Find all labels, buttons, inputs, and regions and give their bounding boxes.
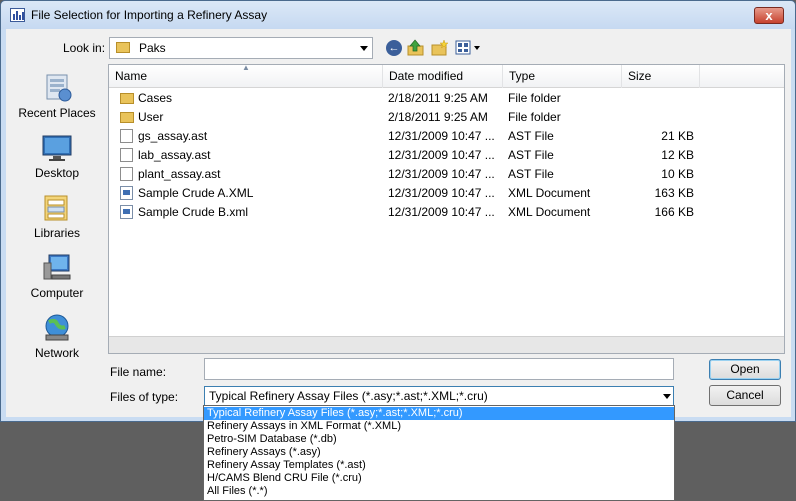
filetype-option[interactable]: Typical Refinery Assay Files (*.asy;*.as… <box>204 407 674 420</box>
back-icon[interactable]: ← <box>386 40 402 56</box>
file-name: User <box>138 110 164 124</box>
filetype-dropdown-list[interactable]: Typical Refinery Assay Files (*.asy;*.as… <box>203 405 675 501</box>
file-size: 12 KB <box>661 148 694 162</box>
folder-icon <box>120 112 134 123</box>
new-folder-icon[interactable] <box>431 39 449 56</box>
lookin-label: Look in: <box>63 41 106 55</box>
xml-file-icon <box>120 205 133 219</box>
libraries-icon <box>41 193 73 223</box>
place-desktop[interactable]: Desktop <box>8 133 106 180</box>
title-bar[interactable]: File Selection for Importing a Refinery … <box>1 1 795 29</box>
file-date: 12/31/2009 10:47 ... <box>388 186 495 200</box>
folder-icon <box>116 42 130 53</box>
file-type: File folder <box>508 110 561 124</box>
file-selection-dialog: File Selection for Importing a Refinery … <box>0 0 796 422</box>
lookin-value: Paks <box>139 41 166 55</box>
file-date: 12/31/2009 10:47 ... <box>388 205 495 219</box>
open-button[interactable]: Open <box>709 359 781 380</box>
filetype-option[interactable]: Refinery Assay Templates (*.ast) <box>204 459 674 472</box>
folder-icon <box>120 93 134 104</box>
file-date: 2/18/2011 9:25 AM <box>388 91 488 105</box>
file-icon <box>120 129 133 143</box>
file-icon <box>120 167 133 181</box>
file-name: lab_assay.ast <box>138 148 211 162</box>
app-icon <box>10 8 25 22</box>
file-date: 12/31/2009 10:47 ... <box>388 148 495 162</box>
table-row[interactable]: lab_assay.ast 12/31/2009 10:47 ... AST Fil… <box>109 146 784 165</box>
file-name: plant_assay.ast <box>138 167 221 181</box>
desktop-icon <box>41 133 73 163</box>
table-row[interactable]: Sample Crude B.xml 12/31/2009 10:47 ... XM… <box>109 203 784 222</box>
filename-label: File name: <box>110 365 167 379</box>
column-header: Name ▲ Date modified Type Size <box>109 63 784 88</box>
file-type: AST File <box>508 129 554 143</box>
file-size: 163 KB <box>654 186 694 200</box>
file-name: Sample Crude B.xml <box>138 205 249 219</box>
table-row[interactable]: plant_assay.ast 12/31/2009 10:47 ... AST F… <box>109 165 784 184</box>
file-date: 12/31/2009 10:47 ... <box>388 129 495 143</box>
column-date-modified[interactable]: Date modified <box>383 65 503 88</box>
filetype-option[interactable]: H/CAMS Blend CRU File (*.cru) <box>204 472 674 485</box>
table-row[interactable]: Sample Crude A.XML 12/31/2009 10:47 ... XM… <box>109 184 784 203</box>
filetype-option[interactable]: All Files (*.*) <box>204 485 674 498</box>
close-button[interactable]: x <box>754 7 784 24</box>
file-type: XML Document <box>508 205 591 219</box>
file-name: Sample Crude A.XML <box>138 186 254 200</box>
place-label: Computer <box>30 286 84 300</box>
xml-file-icon <box>120 186 133 200</box>
table-row[interactable]: User 2/18/2011 9:25 AM File folder <box>109 108 784 127</box>
file-type: XML Document <box>508 186 591 200</box>
file-type: AST File <box>508 148 554 162</box>
place-computer[interactable]: Computer <box>8 253 106 300</box>
file-date: 12/31/2009 10:47 ... <box>388 167 495 181</box>
chevron-down-icon <box>360 46 368 51</box>
filetype-option[interactable]: Refinery Assays in XML Format (*.XML) <box>204 420 674 433</box>
file-size: 10 KB <box>661 167 694 181</box>
column-size[interactable]: Size <box>622 65 700 88</box>
file-size: 166 KB <box>654 205 694 219</box>
file-name: gs_assay.ast <box>138 129 208 143</box>
place-label: Network <box>34 346 79 360</box>
filetype-option[interactable]: Petro-SIM Database (*.db) <box>204 433 674 446</box>
file-name: Cases <box>138 91 173 105</box>
views-menu-icon[interactable] <box>455 39 483 56</box>
chevron-down-icon <box>663 394 671 399</box>
place-label: Recent Places <box>18 106 96 120</box>
network-icon <box>41 313 73 343</box>
place-libraries[interactable]: Libraries <box>8 193 106 240</box>
file-size: 21 KB <box>661 129 694 143</box>
filetype-select[interactable]: Typical Refinery Assay Files (*.asy;*.as… <box>204 386 674 407</box>
dialog-client-area: Look in: Paks ← Recent Places Desktop Li… <box>6 29 791 417</box>
column-type[interactable]: Type <box>503 65 622 88</box>
table-row[interactable]: gs_assay.ast 12/31/2009 10:47 ... AST File… <box>109 127 784 146</box>
place-label: Desktop <box>34 166 80 180</box>
filetype-value: Typical Refinery Assay Files (*.asy;*.as… <box>209 389 488 403</box>
computer-icon <box>41 253 73 283</box>
table-row[interactable]: Cases 2/18/2011 9:25 AM File folder <box>109 89 784 108</box>
recent-places-icon <box>41 73 73 103</box>
filetype-label: Files of type: <box>110 390 179 404</box>
file-type: File folder <box>508 91 561 105</box>
file-icon <box>120 148 133 162</box>
place-label: Libraries <box>33 226 81 240</box>
place-recent-places[interactable]: Recent Places <box>8 73 106 120</box>
sort-ascending-icon: ▲ <box>242 63 250 72</box>
lookin-dropdown[interactable]: Paks <box>109 37 373 59</box>
window-title: File Selection for Importing a Refinery … <box>31 8 268 22</box>
file-date: 2/18/2011 9:25 AM <box>388 110 488 124</box>
file-list[interactable]: Name ▲ Date modified Type Size Cases 2/18… <box>108 63 785 354</box>
file-type: AST File <box>508 167 554 181</box>
cancel-button[interactable]: Cancel <box>709 385 781 406</box>
filetype-option[interactable]: Refinery Assays (*.asy) <box>204 446 674 459</box>
horizontal-scrollbar[interactable] <box>109 336 784 353</box>
up-folder-icon[interactable] <box>407 39 424 56</box>
place-network[interactable]: Network <box>8 313 106 360</box>
column-empty <box>700 65 784 88</box>
filename-input[interactable] <box>204 358 674 380</box>
